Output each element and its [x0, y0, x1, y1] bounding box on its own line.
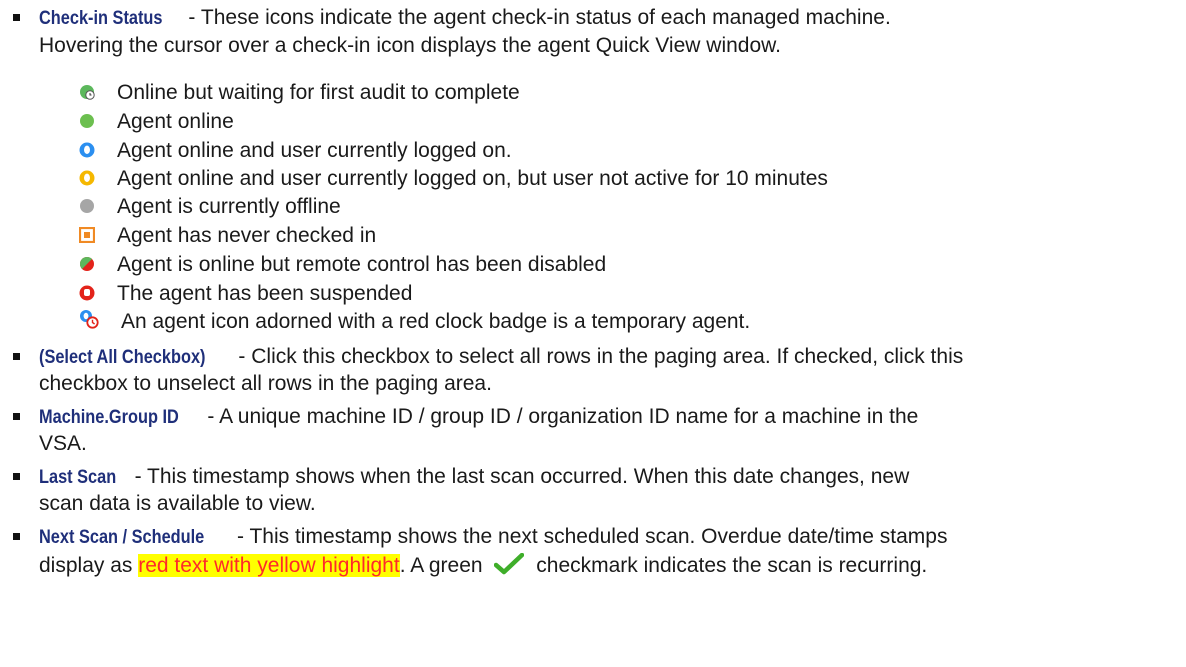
- highlighted-text: red text with yellow highlight: [138, 554, 400, 577]
- section-next-scan-schedule: Next Scan / Schedule - This timestamp sh…: [39, 524, 947, 550]
- section-select-all: (Select All Checkbox) - Click this check…: [39, 344, 963, 370]
- status-label: Agent is currently offline: [117, 195, 341, 218]
- gray-circle-icon: [80, 199, 94, 213]
- description-line-2: display as red text with yellow highligh…: [39, 553, 927, 578]
- description-line-2: VSA.: [39, 432, 87, 455]
- description-line-1: - Click this checkbox to select all rows…: [232, 345, 964, 368]
- section-machine-group-id: Machine.Group ID - A unique machine ID /…: [39, 404, 918, 430]
- status-label: The agent has been suspended: [117, 282, 413, 305]
- orange-square-icon: [79, 227, 95, 243]
- bullet-icon: [13, 353, 20, 360]
- green-red-split-circle-icon: [80, 257, 94, 271]
- term-last-scan: Last Scan: [39, 467, 117, 488]
- status-label: An agent icon adorned with a red clock b…: [121, 310, 751, 333]
- temporary-agent-clock-badge-icon: [80, 310, 99, 329]
- bullet-icon: [13, 533, 20, 540]
- text-fragment: checkmark indicates the scan is recurrin…: [530, 554, 928, 577]
- status-label: Agent online: [117, 110, 234, 133]
- green-clock-circle-icon: [80, 85, 95, 100]
- bullet-icon: [13, 473, 20, 480]
- yellow-user-circle-icon: [79, 170, 95, 186]
- bullet-icon: [13, 14, 20, 21]
- green-circle-icon: [80, 114, 94, 128]
- description-line-2: checkbox to unselect all rows in the pag…: [39, 372, 492, 395]
- green-checkmark-icon: [494, 553, 525, 575]
- term-check-in-status: Check-in Status: [39, 8, 163, 29]
- description-line-1: - This timestamp shows when the last sca…: [128, 465, 910, 488]
- description-line-2: Hovering the cursor over a check-in icon…: [39, 34, 781, 57]
- text-fragment: . A green: [399, 554, 489, 577]
- bullet-icon: [13, 413, 20, 420]
- status-label: Agent online and user currently logged o…: [117, 139, 512, 162]
- status-label: Agent online and user currently logged o…: [117, 167, 828, 190]
- red-hand-circle-icon: [79, 285, 95, 301]
- text-fragment: display as: [39, 554, 139, 577]
- term-next-scan-schedule: Next Scan / Schedule: [39, 527, 205, 548]
- description-line-1: - A unique machine ID / group ID / organ…: [201, 405, 919, 428]
- status-label: Online but waiting for first audit to co…: [117, 81, 520, 104]
- status-label: Agent has never checked in: [117, 224, 377, 247]
- term-select-all-checkbox: (Select All Checkbox): [39, 347, 206, 368]
- term-machine-group-id: Machine.Group ID: [39, 407, 179, 428]
- description-line-1: - This timestamp shows the next schedule…: [231, 525, 948, 548]
- blue-user-circle-icon: [79, 142, 95, 158]
- description-line-2: scan data is available to view.: [39, 492, 316, 515]
- section-last-scan: Last Scan - This timestamp shows when th…: [39, 464, 909, 490]
- section-check-in-status: Check-in Status - These icons indicate t…: [39, 5, 891, 31]
- status-label: Agent is online but remote control has b…: [117, 253, 607, 276]
- description-line-1: - These icons indicate the agent check-i…: [182, 6, 891, 29]
